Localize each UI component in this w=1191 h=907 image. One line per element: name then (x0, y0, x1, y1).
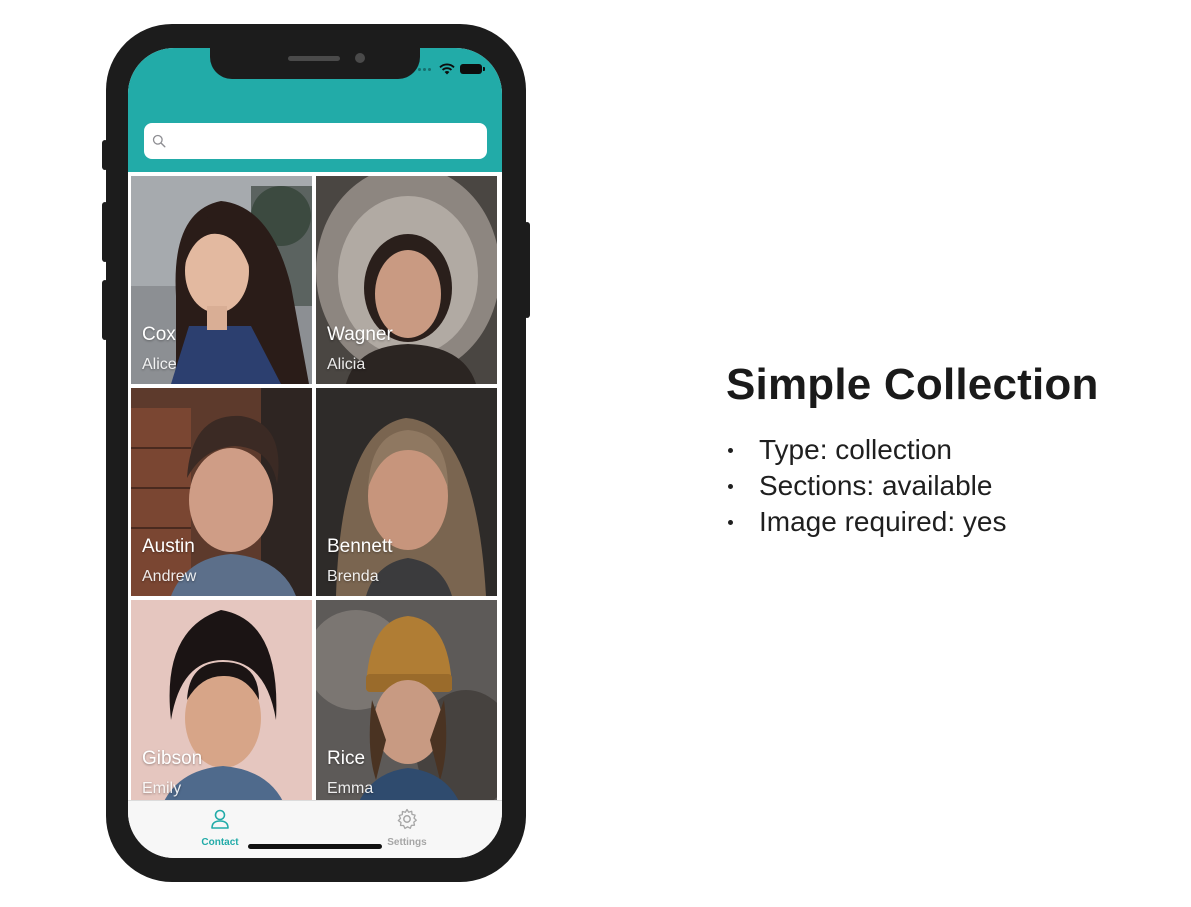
contact-first-name: Emily (142, 780, 182, 797)
contact-last-name: Gibson (142, 748, 203, 769)
contact-photo (316, 176, 497, 384)
feature-item-sections: Sections: available (726, 468, 1176, 504)
contact-first-name: Alicia (327, 356, 366, 373)
contact-first-name: Emma (327, 780, 374, 797)
contact-card[interactable]: Gibson Emily (131, 600, 312, 808)
contact-collection: Cox Alice Wagner Alicia Austin Andrew Be… (131, 176, 499, 808)
contact-photo (316, 600, 497, 808)
battery-icon (460, 64, 485, 74)
contact-first-name: Brenda (327, 568, 379, 585)
description-panel: Simple Collection Type: collection Secti… (726, 360, 1176, 540)
contact-photo (131, 388, 312, 596)
contact-photo (316, 388, 497, 596)
contact-card[interactable]: Wagner Alicia (316, 176, 497, 384)
speaker-grille (288, 56, 340, 61)
search-icon (152, 134, 166, 148)
person-icon (211, 809, 229, 829)
contact-last-name: Austin (142, 536, 195, 557)
notch (210, 48, 420, 79)
silent-switch (102, 140, 108, 170)
contact-card[interactable]: Rice Emma (316, 600, 497, 808)
contact-last-name: Bennett (327, 536, 393, 557)
feature-item-image-required: Image required: yes (726, 504, 1176, 540)
volume-up-button (102, 202, 108, 262)
signal-dots-icon (418, 68, 432, 71)
wifi-icon (439, 63, 455, 75)
gear-icon (397, 808, 417, 830)
feature-item-type: Type: collection (726, 432, 1176, 468)
phone-frame: Cox Alice Wagner Alicia Austin Andrew Be… (102, 24, 530, 882)
contact-card[interactable]: Austin Andrew (131, 388, 312, 596)
contact-last-name: Cox (142, 324, 176, 345)
search-input[interactable] (172, 126, 487, 156)
contact-photo (131, 176, 312, 384)
volume-down-button (102, 280, 108, 340)
front-camera (355, 53, 365, 63)
tab-bar: Contact Settings (128, 800, 502, 858)
status-bar (406, 62, 486, 76)
contact-photo (131, 600, 312, 808)
contact-card[interactable]: Bennett Brenda (316, 388, 497, 596)
search-bar[interactable] (144, 123, 487, 159)
contact-last-name: Rice (327, 748, 366, 769)
feature-list: Type: collection Sections: available Ima… (726, 432, 1176, 540)
power-button (524, 222, 530, 318)
contact-first-name: Alice (142, 356, 177, 373)
contact-card[interactable]: Cox Alice (131, 176, 312, 384)
nav-header (128, 48, 502, 172)
page-title: Simple Collection (726, 360, 1099, 409)
phone-screen: Cox Alice Wagner Alicia Austin Andrew Be… (128, 48, 502, 858)
home-indicator (248, 844, 382, 849)
contact-last-name: Wagner (327, 324, 393, 345)
contact-first-name: Andrew (142, 568, 197, 585)
